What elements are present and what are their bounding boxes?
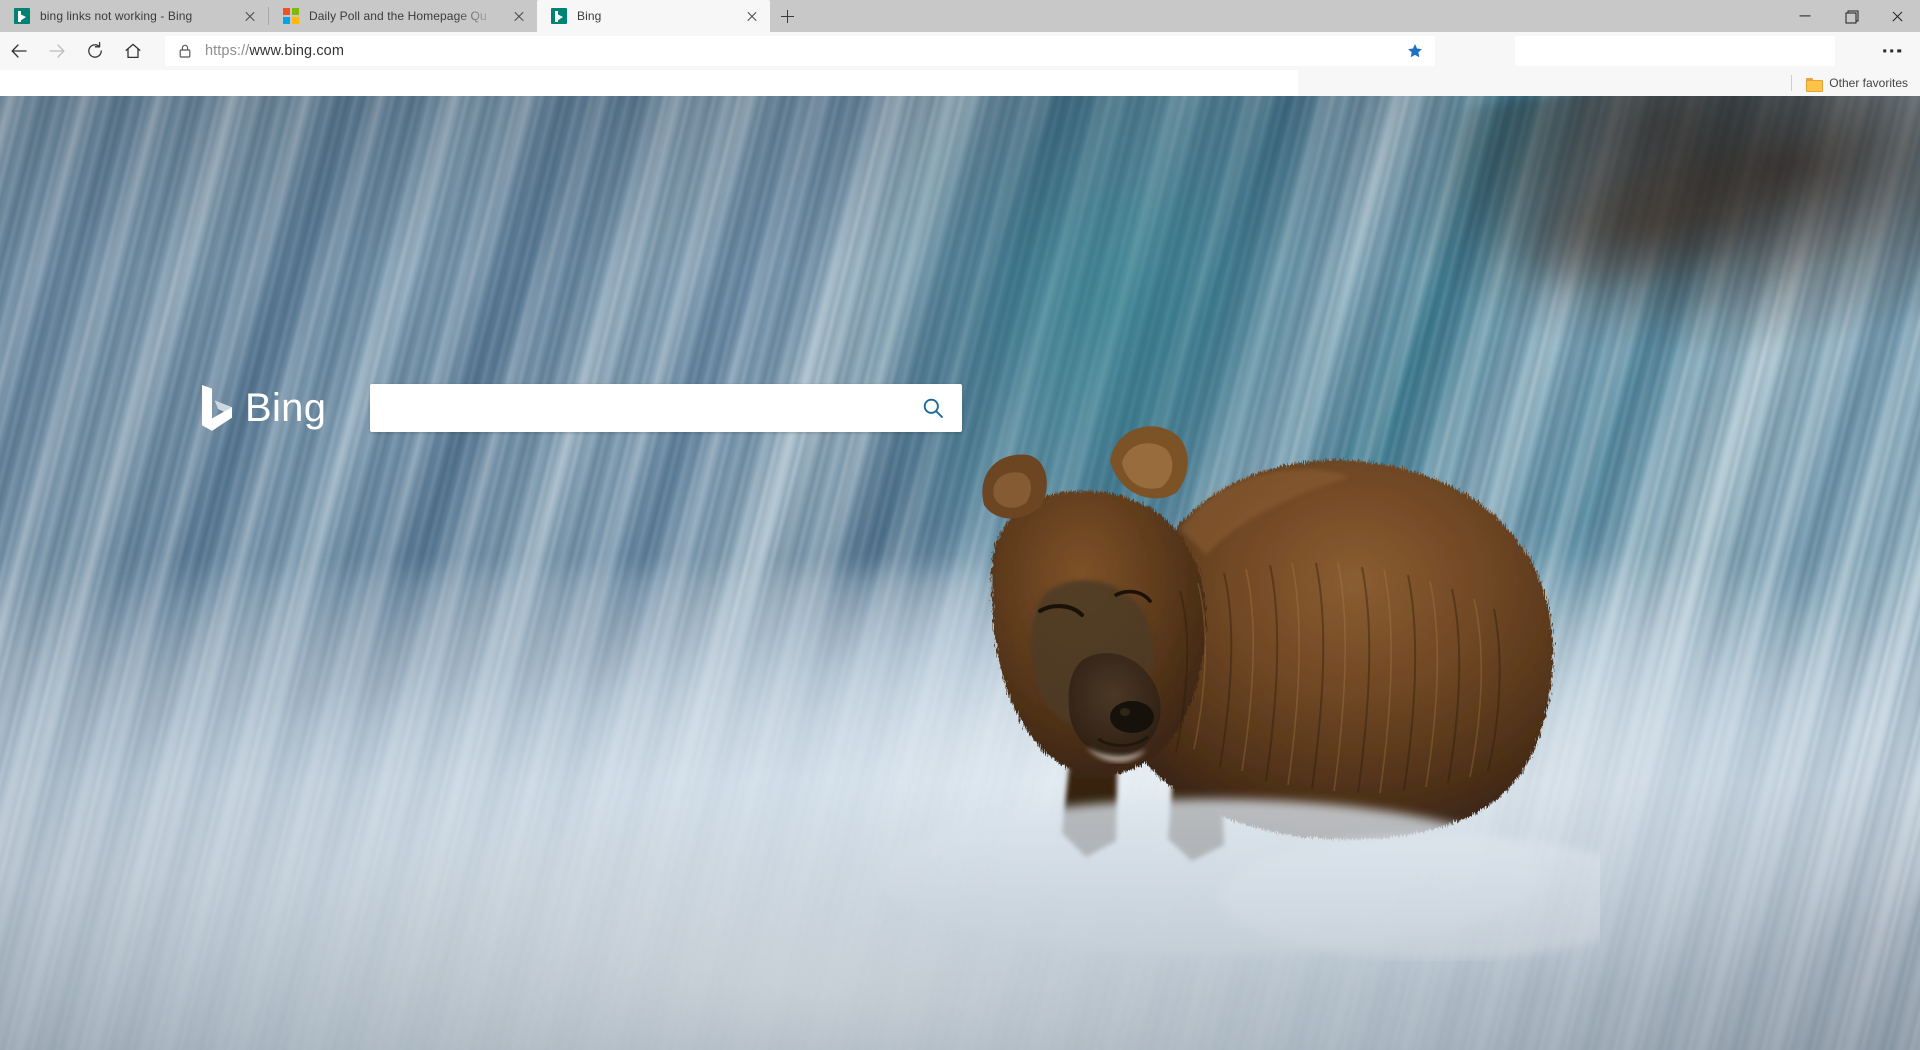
site-security-lock[interactable] xyxy=(165,36,205,66)
tab-strip: bing links not working - Bing Daily Poll… xyxy=(0,0,1920,32)
browser-toolbar: https://www.bing.com xyxy=(0,32,1920,70)
forward-arrow-icon xyxy=(49,44,65,58)
bing-favicon-icon xyxy=(551,8,567,24)
favorite-star-button[interactable] xyxy=(1395,36,1435,66)
tab-title: bing links not working - Bing xyxy=(40,9,193,23)
other-favorites-button[interactable]: Other favorites xyxy=(1791,75,1920,92)
tab-title: Bing xyxy=(577,9,602,23)
refresh-button[interactable] xyxy=(76,32,114,70)
tab-close-icon[interactable] xyxy=(507,4,531,28)
tab-close-icon[interactable] xyxy=(238,4,262,28)
bing-homepage: Bing xyxy=(0,96,1920,1050)
tab-close-icon[interactable] xyxy=(740,4,764,28)
other-favorites-label: Other favorites xyxy=(1829,76,1908,90)
close-icon xyxy=(1891,10,1903,22)
background-vignette xyxy=(0,96,1920,1050)
folder-icon xyxy=(1806,77,1824,92)
browser-tab-2[interactable]: Bing xyxy=(537,0,770,32)
new-tab-button[interactable] xyxy=(770,0,804,32)
ellipsis-icon xyxy=(1883,49,1901,53)
star-filled-icon xyxy=(1408,44,1422,58)
browser-tab-0[interactable]: bing links not working - Bing xyxy=(0,0,268,32)
close-window-button[interactable] xyxy=(1874,0,1920,32)
favorites-bar-empty-area xyxy=(0,70,1298,96)
browser-menu-button[interactable] xyxy=(1870,32,1914,70)
url-text: https://www.bing.com xyxy=(205,43,345,59)
microsoft-favicon-icon xyxy=(283,8,299,24)
toolbar-right-region xyxy=(1515,32,1920,70)
toolbar-right-field[interactable] xyxy=(1515,36,1835,66)
tab-title: Daily Poll and the Homepage Qu xyxy=(309,9,487,23)
back-button[interactable] xyxy=(0,32,38,70)
favorites-divider xyxy=(1791,75,1793,91)
minimize-icon xyxy=(1799,15,1811,17)
favorites-bar: Other favorites xyxy=(0,70,1920,96)
minimize-button[interactable] xyxy=(1782,0,1828,32)
window-controls xyxy=(1782,0,1920,32)
forward-button[interactable] xyxy=(38,32,76,70)
restore-icon xyxy=(1845,10,1859,24)
browser-tab-1[interactable]: Daily Poll and the Homepage Qu xyxy=(269,0,537,32)
home-button[interactable] xyxy=(114,32,152,70)
home-icon xyxy=(125,43,141,59)
bing-favicon-icon xyxy=(14,8,30,24)
restore-button[interactable] xyxy=(1828,0,1874,32)
refresh-icon xyxy=(88,41,102,58)
address-bar[interactable]: https://www.bing.com xyxy=(165,36,1435,66)
back-arrow-icon xyxy=(11,44,27,58)
lock-icon xyxy=(179,44,191,58)
